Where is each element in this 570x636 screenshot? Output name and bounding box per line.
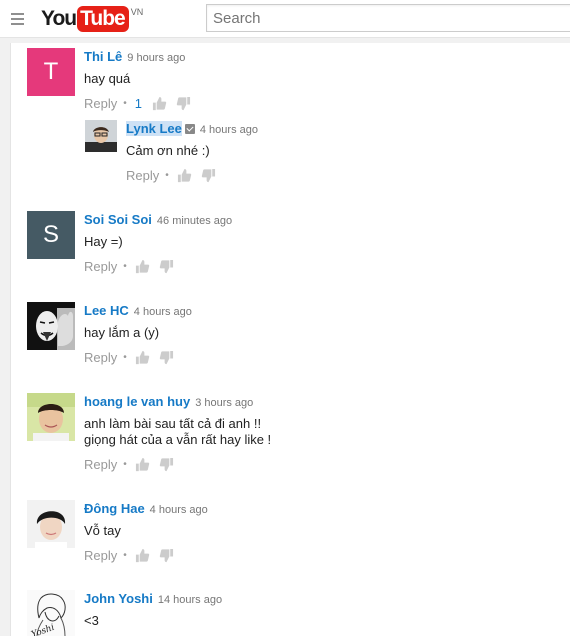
- comment-time[interactable]: 14 hours ago: [158, 594, 222, 606]
- reply-text: Cảm ơn nhé :): [126, 143, 210, 158]
- reply-button[interactable]: Reply: [84, 96, 117, 111]
- verified-icon: [184, 124, 195, 134]
- comment-text: hay lắm a (y): [84, 325, 160, 340]
- separator-dot: •: [123, 458, 127, 470]
- reply-button[interactable]: Reply: [84, 457, 117, 472]
- comment-text: Hay =): [84, 234, 123, 249]
- logo-you-text: You: [41, 7, 77, 30]
- separator-dot: •: [123, 260, 127, 272]
- avatar[interactable]: [27, 393, 75, 441]
- thumbs-down-icon[interactable]: [159, 259, 174, 274]
- reply-button[interactable]: Reply: [84, 259, 117, 274]
- youtube-logo[interactable]: You Tube VN: [41, 6, 143, 32]
- search-box[interactable]: [206, 4, 570, 32]
- reply-button[interactable]: Reply: [84, 350, 117, 365]
- avatar[interactable]: [85, 120, 117, 152]
- comment-time[interactable]: 9 hours ago: [127, 52, 185, 64]
- separator-dot: •: [123, 97, 127, 109]
- logo-tube-text: Tube: [77, 6, 129, 32]
- comment-text: Vỗ tay: [84, 523, 121, 538]
- comment-author[interactable]: Thi Lê: [84, 49, 122, 64]
- comment-author[interactable]: hoang le van huy: [84, 394, 190, 409]
- thumbs-down-icon[interactable]: [159, 350, 174, 365]
- comment-time[interactable]: 4 hours ago: [134, 306, 192, 318]
- avatar[interactable]: [27, 302, 75, 350]
- search-input[interactable]: [207, 5, 570, 31]
- avatar[interactable]: Yoshi: [27, 590, 75, 636]
- top-bar: You Tube VN: [0, 0, 570, 38]
- comment-time[interactable]: 46 minutes ago: [157, 215, 232, 227]
- avatar[interactable]: S: [27, 211, 75, 259]
- comment-text-line: giọng hát của a vẫn rất hay like !: [84, 432, 272, 447]
- comment-author[interactable]: Soi Soi Soi: [84, 212, 152, 227]
- thumbs-up-icon[interactable]: [135, 548, 150, 563]
- region-label: VN: [130, 7, 144, 17]
- like-count: 1: [134, 95, 142, 111]
- separator-dot: •: [165, 169, 169, 181]
- comment-text: anh làm bài sau tất cả đi anh !! giọng h…: [84, 416, 544, 448]
- thumbs-up-icon[interactable]: [177, 168, 192, 183]
- reply-button[interactable]: Reply: [84, 548, 117, 563]
- comment-text-line: anh làm bài sau tất cả đi anh !!: [84, 416, 262, 431]
- comment-author[interactable]: John Yoshi: [84, 591, 153, 606]
- comment-text: <3: [84, 613, 99, 628]
- comment-author[interactable]: Lee HC: [84, 303, 129, 318]
- reply-author[interactable]: Lynk Lee: [126, 121, 182, 136]
- thumbs-up-icon[interactable]: [135, 457, 150, 472]
- comment-time[interactable]: 4 hours ago: [150, 504, 208, 516]
- menu-icon[interactable]: [11, 13, 24, 28]
- reply-button[interactable]: Reply: [126, 168, 159, 183]
- thumbs-up-icon[interactable]: [152, 96, 167, 111]
- comment-author[interactable]: Đông Hae: [84, 501, 145, 516]
- avatar[interactable]: T: [27, 48, 75, 96]
- thumbs-down-icon[interactable]: [176, 96, 191, 111]
- separator-dot: •: [123, 549, 127, 561]
- comment-time[interactable]: 3 hours ago: [195, 397, 253, 409]
- thumbs-up-icon[interactable]: [135, 259, 150, 274]
- thumbs-up-icon[interactable]: [135, 350, 150, 365]
- thumbs-down-icon[interactable]: [159, 457, 174, 472]
- thumbs-down-icon[interactable]: [201, 168, 216, 183]
- thumbs-down-icon[interactable]: [159, 548, 174, 563]
- avatar[interactable]: [27, 500, 75, 548]
- reply-time[interactable]: 4 hours ago: [200, 124, 258, 136]
- comment-text: hay quá: [84, 71, 131, 86]
- separator-dot: •: [123, 351, 127, 363]
- comments-section: T Thi Lê 9 hours ago hay quá Reply • 1 L…: [10, 43, 570, 636]
